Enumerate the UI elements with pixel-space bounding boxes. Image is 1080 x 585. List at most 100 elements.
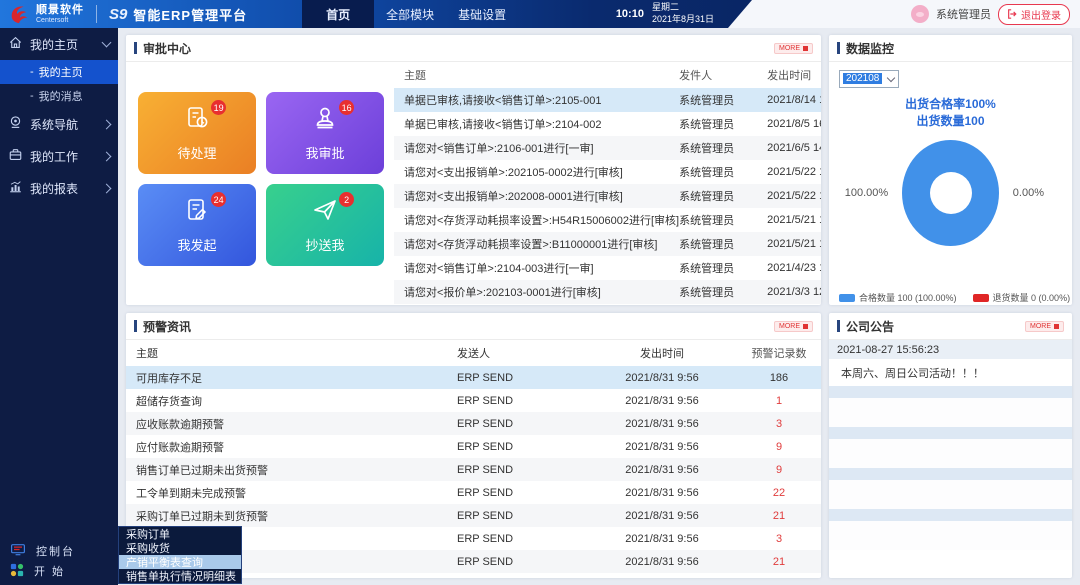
start-menu-item-2[interactable]: 产销平衡表查询 [119,555,241,569]
sidebar-footer-1[interactable]: 开 始 [0,561,118,581]
approval-row[interactable]: 请您对<销售订单>:2106-001进行[一审]系统管理员2021/6/5 14… [394,136,821,160]
approval-sender: 系统管理员 [679,236,767,252]
approval-row[interactable]: 请您对<报价单>:202103-0001进行[审核]系统管理员2021/3/3 … [394,280,821,304]
logout-button[interactable]: 退出登录 [998,4,1070,25]
start-menu-item-3[interactable]: 销售单执行情况明细表 [119,569,241,583]
approval-time: 2021/6/5 14:58 [767,142,821,154]
month-select[interactable]: 202108 [839,70,899,88]
warnings-panel-header: 预警资讯 MORE [126,313,821,340]
clock: 10:10 [616,8,644,20]
sidebar-subitem-0-0[interactable]: 我的主页 [0,60,118,84]
start-menu-item-0[interactable]: 采购订单 [119,527,241,541]
donut-chart-area: 100.00% 0.00% [839,140,1062,246]
platform-title: 智能ERP管理平台 [133,5,247,24]
warning-row[interactable]: 应收账款逾期预警ERP SEND2021/8/31 9:563 [126,412,821,435]
approval-time: 2021/4/23 14:06 [767,262,821,274]
column-header: 发件人 [679,67,767,83]
warning-count: 21 [737,510,821,522]
nav-tab-0[interactable]: 首页 [302,0,374,28]
approval-row[interactable]: 单据已审核,请接收<销售订单>:2104-002系统管理员2021/8/5 16… [394,112,821,136]
title-accent [837,320,840,332]
data-monitor-panel: 数据监控 202108 出货合格率100% 出货数量100 100.00% 0.… [829,35,1072,305]
approval-row[interactable]: 请您对<支出报销单>:202105-0002进行[审核]系统管理员2021/5/… [394,160,821,184]
approval-row[interactable]: 请您对<存货浮动耗损率设置>:B11000001进行[审核]系统管理员2021/… [394,232,821,256]
avatar[interactable] [911,5,929,23]
nav-tab-1[interactable]: 全部模块 [374,0,446,28]
sidebar-footer-label: 开 始 [34,563,65,579]
approval-sender: 系统管理员 [679,164,767,180]
company-logo-icon [8,3,30,25]
donut-right-label: 0.00% [1013,187,1062,199]
more-label: MORE [779,45,800,52]
announcement-item[interactable]: 2021-08-27 15:56:23本周六、周日公司活动！！！ [829,340,1072,386]
announcements-panel: 公司公告 MORE 2021-08-27 15:56:23本周六、周日公司活动！… [829,313,1072,578]
username: 系统管理员 [936,6,991,22]
sidebar-footer-label: 控制台 [36,543,75,559]
more-icon [803,324,808,329]
warning-subject: 销售订单已过期未出货预警 [126,462,457,478]
monitor-headlines: 出货合格率100% 出货数量100 [839,96,1062,130]
sidebar-item-label: 系统导航 [30,116,96,133]
approval-row[interactable]: 单据已审核,请接收<销售订单>:2105-001系统管理员2021/8/14 1… [394,88,821,112]
warning-row[interactable]: 应付账款逾期预警ERP SEND2021/8/31 9:569 [126,435,821,458]
approval-tile-3[interactable]: 抄送我2 [266,184,384,266]
approval-tile-0[interactable]: 待处理19 [138,92,256,174]
approval-tile-1[interactable]: 我审批16 [266,92,384,174]
sidebar-item-0[interactable]: 我的主页 [0,28,118,60]
column-header: 主题 [126,345,457,361]
warning-time: 2021/8/31 9:56 [587,372,737,384]
app-root: 顺景软件 Centersoft S9 智能ERP管理平台 首页全部模块基础设置 … [0,0,1080,585]
approval-sender: 系统管理员 [679,212,767,228]
warning-count: 3 [737,533,821,545]
approval-row[interactable]: 请您对<存货浮动耗损率设置>:H54R15006002进行[审核]系统管理员20… [394,208,821,232]
warning-sender: ERP SEND [457,441,587,453]
approval-sender: 系统管理员 [679,92,767,108]
brand-divider [96,5,97,23]
nav-tab-2[interactable]: 基础设置 [446,0,518,28]
warning-row[interactable]: 采购订单已过期未到货预警ERP SEND2021/8/31 9:5621 [126,504,821,527]
more-icon [803,46,808,51]
warning-count: 186 [737,372,821,384]
warning-time: 2021/8/31 9:56 [587,487,737,499]
warning-sender: ERP SEND [457,510,587,522]
warning-row[interactable]: 销售订单已过期未出货预警ERP SEND2021/8/31 9:569 [126,458,821,481]
warning-row[interactable]: 工令单到期未完成预警ERP SEND2021/8/31 9:5622 [126,481,821,504]
warning-row[interactable]: 超储存货查询ERP SEND2021/8/31 9:561 [126,389,821,412]
approval-more-button[interactable]: MORE [774,43,813,54]
tile-badge: 2 [339,192,354,207]
announcement-empty-body [829,521,1072,550]
approval-time: 2021/5/22 16:39 [767,190,821,202]
warnings-more-button[interactable]: MORE [774,321,813,332]
announcements-more-button[interactable]: MORE [1025,321,1064,332]
approval-row[interactable]: 请您对<支出报销单>:202008-0001进行[审核]系统管理员2021/5/… [394,184,821,208]
more-label: MORE [779,323,800,330]
sidebar-item-2[interactable]: 我的工作 [0,140,118,172]
sidebar-subitem-0-1[interactable]: 我的消息 [0,84,118,108]
warning-row[interactable]: 可用库存不足ERP SEND2021/8/31 9:56186 [126,366,821,389]
tile-badge: 16 [339,100,354,115]
approval-table-rows: 单据已审核,请接收<销售订单>:2105-001系统管理员2021/8/14 1… [394,88,821,304]
approval-panel-body: 待处理19我审批16我发起24抄送我2 主题发件人发出时间 单据已审核,请接收<… [126,62,821,305]
start-menu-item-1[interactable]: 采购收货 [119,541,241,555]
warning-count: 9 [737,464,821,476]
sidebar-footer-0[interactable]: 控制台 [0,541,118,561]
announcement-time: 2021-08-27 15:56:23 [829,340,1072,359]
tile-label: 待处理 [177,143,216,162]
warning-subject: 超储存货查询 [126,393,457,409]
sidebar-item-3[interactable]: 我的报表 [0,172,118,204]
warnings-table-header: 主题发送人发出时间预警记录数 [126,340,821,366]
announcement-empty-body [829,398,1072,427]
legend-label: 退货数量 0 (0.00%) [993,291,1071,304]
chevron-right-icon [102,151,112,161]
sidebar-item-label: 我的工作 [30,148,96,165]
warning-subject: 采购订单已过期未到货预警 [126,508,457,524]
approval-subject: 请您对<报价单>:202103-0001进行[审核] [394,284,679,300]
stamp-icon [311,104,339,137]
sidebar-item-1[interactable]: 系统导航 [0,108,118,140]
doc-pen-icon [183,196,211,229]
approval-time: 2021/8/14 11:45 [767,94,821,106]
warning-count: 1 [737,395,821,407]
warnings-panel-title: 预警资讯 [143,318,774,335]
approval-row[interactable]: 请您对<销售订单>:2104-003进行[一审]系统管理员2021/4/23 1… [394,256,821,280]
approval-tile-2[interactable]: 我发起24 [138,184,256,266]
